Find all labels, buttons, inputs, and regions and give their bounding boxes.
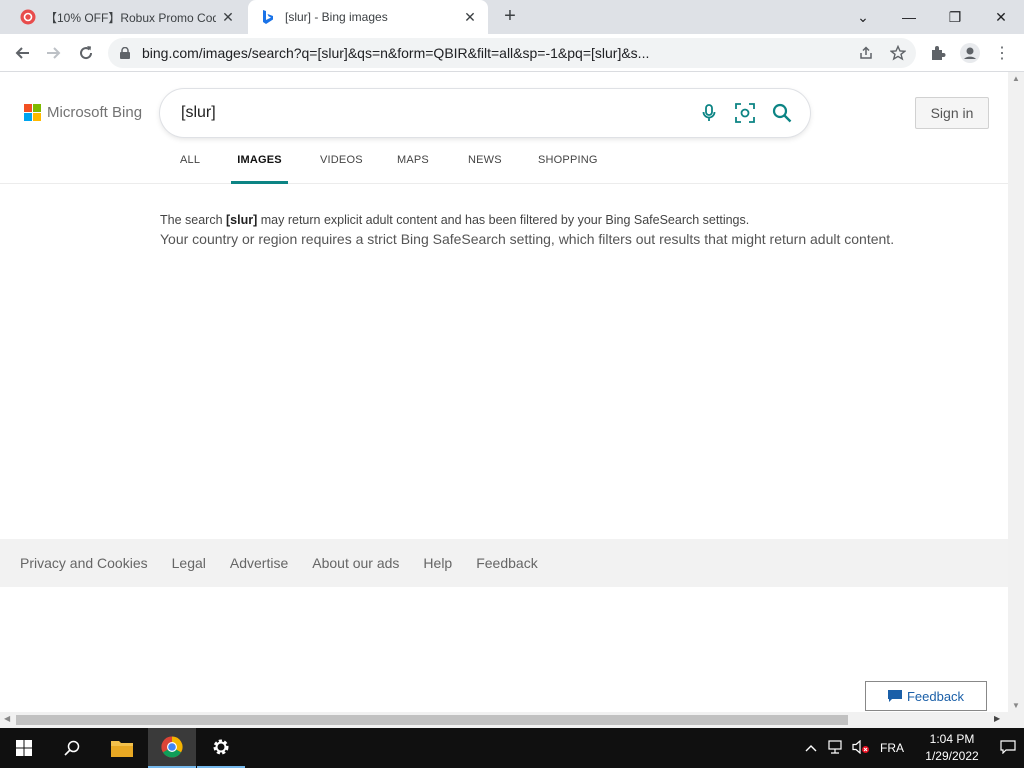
tab-shopping[interactable]: SHOPPING	[538, 154, 598, 184]
microsoft-logo-icon	[24, 104, 41, 121]
search-box	[160, 89, 810, 137]
clock[interactable]: 1:04 PM 1/29/2022	[922, 731, 982, 765]
bing-page: Microsoft Bing Sign in ALL IMAGES VIDEOS…	[0, 72, 1008, 712]
windows-logo-icon	[16, 740, 32, 756]
taskbar-search-icon[interactable]	[48, 728, 96, 768]
clock-time: 1:04 PM	[929, 732, 975, 746]
tab-robux-promo[interactable]: 【10% OFF】Robux Promo Codes & Coupons ✕	[8, 0, 246, 34]
restore-button[interactable]: ❐	[932, 0, 978, 34]
start-button[interactable]	[0, 728, 48, 768]
vertical-scrollbar[interactable]: ▲ ▼	[1008, 72, 1024, 712]
notice-prefix: The search	[160, 213, 223, 227]
close-tab-icon[interactable]: ✕	[216, 9, 240, 26]
chrome-taskbar-icon[interactable]	[148, 728, 196, 768]
lock-icon[interactable]	[108, 47, 142, 59]
tab-all[interactable]: ALL	[180, 154, 200, 184]
volume-muted-icon[interactable]	[852, 739, 870, 757]
clock-date: 1/29/2022	[925, 749, 979, 763]
notice-line-2: Your country or region requires a strict…	[160, 231, 895, 247]
page-footer: Privacy and Cookies Legal Advertise Abou…	[0, 539, 1008, 587]
file-explorer-icon[interactable]	[98, 728, 146, 768]
tab-title: 【10% OFF】Robux Promo Codes & Coupons	[45, 10, 216, 25]
notice-suffix: may return explicit adult content and ha…	[260, 213, 750, 227]
footer-link-help[interactable]: Help	[423, 555, 452, 571]
close-tab-icon[interactable]: ✕	[458, 9, 482, 26]
footer-link-privacy[interactable]: Privacy and Cookies	[20, 555, 148, 571]
tab-title: [slur] - Bing images	[285, 10, 388, 24]
address-bar[interactable]: bing.com/images/search?q=[slur]&qs=n&for…	[108, 38, 916, 68]
scroll-left-icon[interactable]: ◀	[4, 714, 10, 723]
notice-term: [slur]	[226, 213, 258, 227]
search-input[interactable]	[181, 104, 661, 122]
menu-kebab-icon[interactable]: ⋮	[988, 39, 1016, 67]
close-window-button[interactable]: ✕	[978, 0, 1024, 34]
reload-button[interactable]	[72, 39, 100, 67]
chevron-up-icon[interactable]	[804, 741, 818, 755]
feedback-icon	[887, 690, 902, 702]
sign-in-button[interactable]: Sign in	[915, 97, 989, 129]
visual-search-icon[interactable]	[735, 103, 755, 123]
bookmark-star-icon[interactable]	[888, 43, 908, 63]
tab-strip: 【10% OFF】Robux Promo Codes & Coupons ✕ […	[0, 0, 1024, 34]
extensions-icon[interactable]	[924, 39, 952, 67]
scroll-right-icon[interactable]: ▶	[994, 714, 1000, 723]
feedback-label: Feedback	[906, 688, 965, 704]
tab-videos[interactable]: VIDEOS	[320, 154, 363, 184]
feedback-button[interactable]: Feedback	[865, 681, 987, 711]
browser-toolbar: bing.com/images/search?q=[slur]&qs=n&for…	[0, 34, 1024, 72]
search-icon[interactable]	[772, 103, 792, 123]
url-text[interactable]: bing.com/images/search?q=[slur]&qs=n&for…	[142, 45, 856, 61]
tab-bing-images[interactable]: [slur] - Bing images ✕	[248, 0, 488, 34]
footer-link-about-ads[interactable]: About our ads	[312, 555, 399, 571]
footer-link-legal[interactable]: Legal	[172, 555, 206, 571]
scroll-up-icon[interactable]: ▲	[1012, 74, 1020, 83]
bing-logo[interactable]: Microsoft Bing	[24, 104, 142, 121]
footer-link-advertise[interactable]: Advertise	[230, 555, 288, 571]
new-tab-button[interactable]: +	[498, 5, 522, 29]
scope-tabs: ALL IMAGES VIDEOS MAPS NEWS SHOPPING	[0, 152, 1008, 184]
safesearch-notice: The search [slur] may return explicit ad…	[160, 211, 894, 249]
back-button[interactable]	[8, 39, 36, 67]
microphone-icon[interactable]	[699, 103, 719, 123]
profile-avatar[interactable]	[956, 39, 984, 67]
notifications-icon[interactable]	[1000, 739, 1016, 757]
settings-gear-icon[interactable]	[197, 728, 245, 768]
tab-search-icon[interactable]: ⌄	[840, 0, 886, 34]
notice-line-1: The search [slur] may return explicit ad…	[160, 211, 894, 230]
brand-name: Microsoft Bing	[47, 104, 143, 121]
language-indicator[interactable]: FRA	[880, 741, 904, 755]
network-icon[interactable]	[828, 739, 844, 757]
bing-icon	[260, 9, 276, 25]
tab-maps[interactable]: MAPS	[397, 154, 429, 184]
footer-link-feedback[interactable]: Feedback	[476, 555, 537, 571]
coupon-site-icon	[20, 9, 36, 25]
system-tray: FRA 1:04 PM 1/29/2022	[804, 728, 1016, 768]
share-icon[interactable]	[856, 43, 876, 63]
tab-news[interactable]: NEWS	[468, 154, 502, 184]
tab-images[interactable]: IMAGES	[231, 154, 288, 184]
minimize-button[interactable]: —	[886, 0, 932, 34]
horizontal-scrollbar[interactable]: ◀ ▶	[0, 712, 1024, 728]
horizontal-scroll-thumb[interactable]	[16, 715, 848, 725]
forward-button[interactable]	[40, 39, 68, 67]
scroll-down-icon[interactable]: ▼	[1012, 701, 1020, 710]
windows-taskbar: FRA 1:04 PM 1/29/2022	[0, 728, 1024, 768]
